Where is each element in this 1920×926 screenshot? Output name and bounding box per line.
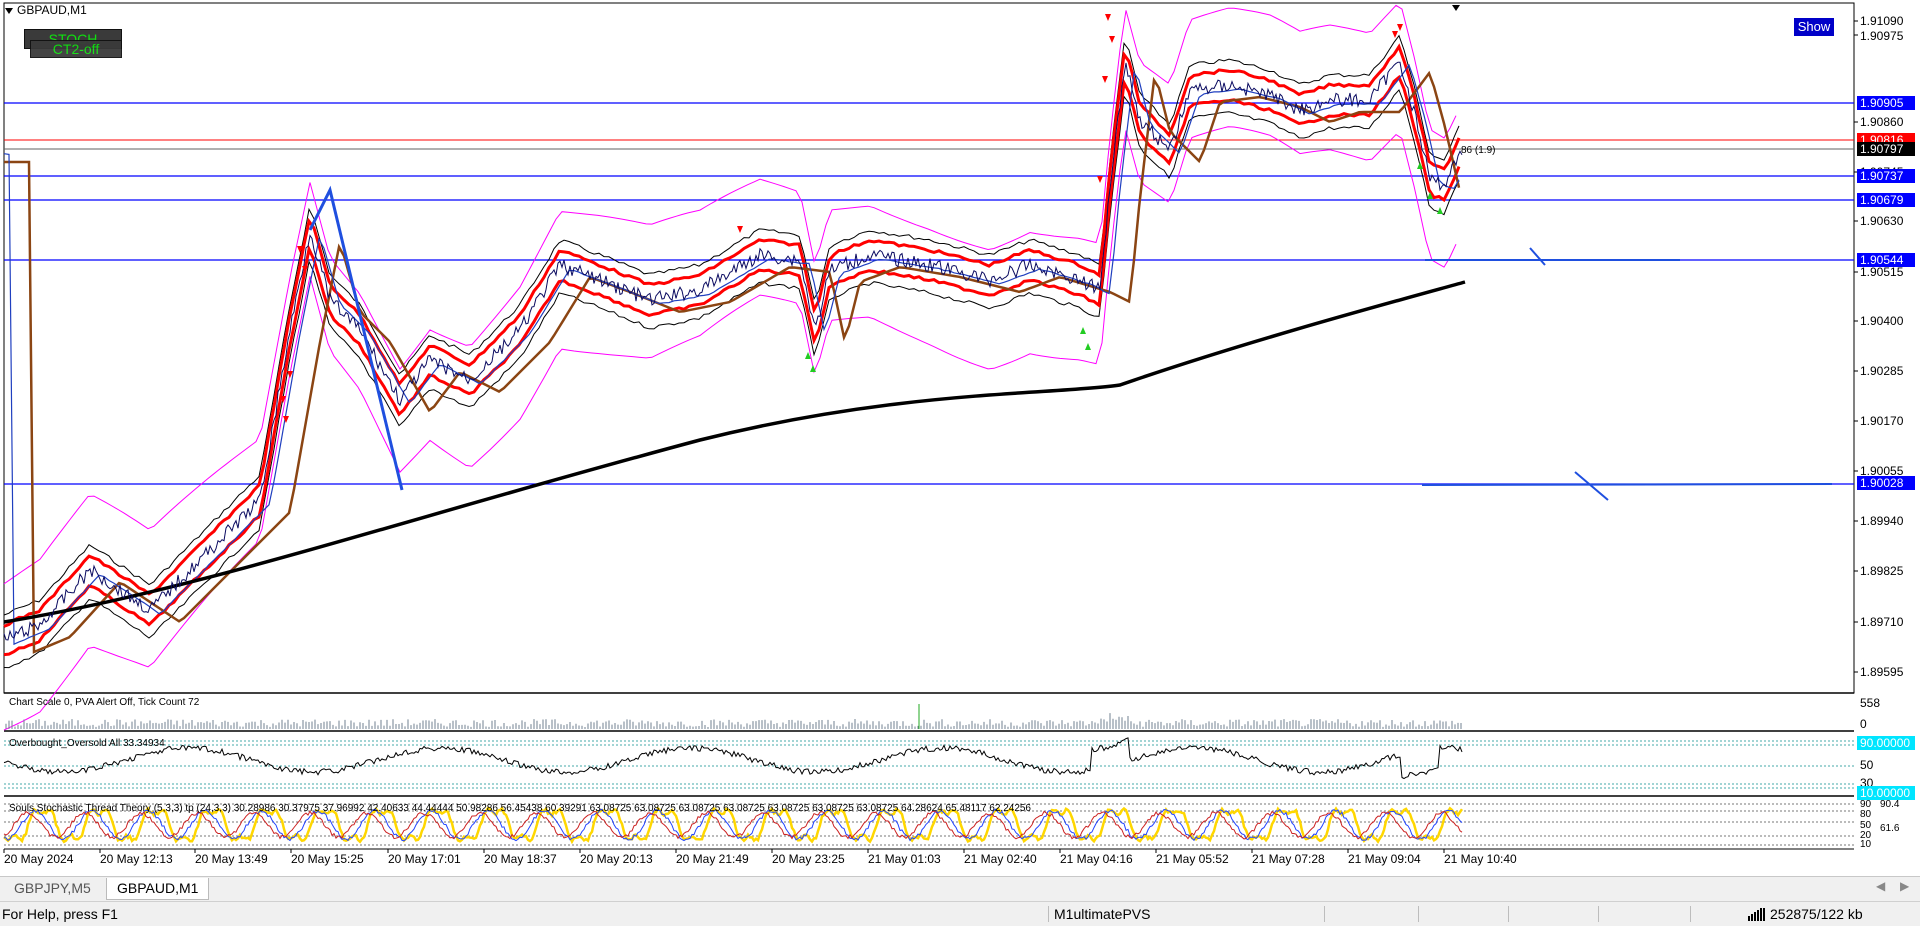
time-axis-label: 21 May 10:40 [1444, 852, 1517, 866]
oscillator-tag-oversold: 10.00000 [1857, 786, 1915, 800]
oscillator-panel [3, 737, 1854, 789]
sell-arrow-icon [1392, 31, 1398, 38]
volume-scale-bottom: 0 [1860, 717, 1867, 731]
oscillator-tag-overbought: 90.00000 [1857, 736, 1915, 750]
price-axis-label: 1.90630 [1860, 214, 1904, 228]
time-axis-label: 21 May 07:28 [1252, 852, 1325, 866]
price-axis-label: 1.91090 [1860, 14, 1904, 28]
price-axis-label: 1.90170 [1860, 414, 1904, 428]
time-axis-label: 21 May 01:03 [868, 852, 941, 866]
price-tag-level[interactable]: 1.90679 [1857, 193, 1915, 207]
connection-bars-icon [1748, 908, 1765, 921]
long-moving-average [3, 280, 1466, 624]
price-axis-label: 1.90285 [1860, 364, 1904, 378]
magenta-upper-band [3, 4, 1457, 585]
stoch-level-label: 80 [1860, 809, 1872, 820]
tab-gbpjpy-m5[interactable]: GBPJPY,M5 [4, 878, 101, 899]
status-connection: 252875/122 kb [1770, 906, 1863, 922]
price-tag-current: 1.90797 [1857, 142, 1915, 156]
target-line-lower [1421, 483, 1833, 486]
status-divider [1690, 906, 1691, 922]
chart-menu-triangle-icon[interactable] [5, 7, 13, 14]
time-axis-label: 21 May 02:40 [964, 852, 1037, 866]
signal-arrows [280, 14, 1443, 423]
status-profile-name[interactable]: M1ultimatePVS [1054, 906, 1150, 922]
red-lower-band [3, 74, 1461, 657]
time-axis-label: 20 May 23:25 [772, 852, 845, 866]
price-tag-level[interactable]: 1.90544 [1857, 253, 1915, 267]
price-axis-label: 1.90860 [1860, 115, 1904, 129]
buy-arrow-icon [1437, 207, 1443, 214]
price-axis-label: 1.89595 [1860, 665, 1904, 679]
oscillator-line [3, 737, 1463, 780]
time-axis-label: 20 May 18:37 [484, 852, 557, 866]
stoch-level-label-extra: 61.6 [1880, 823, 1900, 834]
sell-arrow-icon [737, 226, 743, 233]
price-axis-label: 1.90400 [1860, 314, 1904, 328]
status-bar: For Help, press F1 M1ultimatePVS 252875/… [0, 901, 1920, 926]
status-divider [1598, 906, 1599, 922]
time-axis-label: 20 May 13:49 [195, 852, 268, 866]
status-divider [1418, 906, 1419, 922]
chart-tab-bar: GBPJPY,M5 GBPAUD,M1 ◀ ▶ [0, 876, 1920, 901]
trade-annotation: 86 (1.9) [1461, 145, 1496, 156]
price-tag-level[interactable]: 1.90905 [1857, 96, 1915, 110]
volume-scale-top: 558 [1860, 696, 1881, 710]
oscillator-panel-label: Overbought_Oversold All 33.34934 [9, 738, 165, 749]
time-axis-label: 20 May 15:25 [291, 852, 364, 866]
price-axis-label: 1.89825 [1860, 564, 1904, 578]
tab-gbpaud-m1[interactable]: GBPAUD,M1 [106, 878, 210, 900]
chart-symbol-title[interactable]: GBPAUD,M1 [5, 3, 87, 17]
show-button[interactable]: Show [1793, 17, 1835, 37]
blue-moving-average [3, 63, 1460, 646]
symbol-title-text: GBPAUD,M1 [17, 3, 87, 17]
buy-arrow-icon [1080, 327, 1086, 334]
sell-arrow-icon [1102, 76, 1108, 83]
target-line-lower-tick [1574, 471, 1609, 501]
tab-scroll-left-icon[interactable]: ◀ [1876, 879, 1885, 893]
volume-bars [5, 704, 1462, 729]
time-axis-label: 21 May 09:04 [1348, 852, 1421, 866]
chart-end-marker-icon [1452, 5, 1460, 11]
sell-arrow-icon [1097, 176, 1103, 183]
indicator-bands [3, 4, 1461, 731]
sell-arrow-icon [1109, 36, 1115, 43]
stoch-panel-label: Souls Stochastic Thread Theory (5,3,3) t… [9, 803, 1031, 814]
chart-canvas[interactable] [0, 0, 1920, 876]
oscillator-level-label: 50 [1860, 758, 1874, 772]
time-axis-label: 20 May 20:13 [580, 852, 653, 866]
time-axis-label: 20 May 21:49 [676, 852, 749, 866]
stoch-level-label: 10 [1860, 839, 1872, 850]
price-tag-level[interactable]: 1.90737 [1857, 169, 1915, 183]
buy-arrow-icon [1085, 343, 1091, 350]
status-divider [1508, 906, 1509, 922]
sell-arrow-icon [1397, 24, 1403, 31]
tab-scroll-right-icon[interactable]: ▶ [1900, 879, 1909, 893]
magenta-lower-band [3, 126, 1457, 731]
price-axis-label: 1.89710 [1860, 615, 1904, 629]
sell-arrow-icon [1105, 14, 1111, 21]
time-axis-label: 21 May 05:52 [1156, 852, 1229, 866]
ct2-button[interactable]: CT2-off [30, 40, 122, 58]
volume-panel-label: Chart Scale 0, PVA Alert Off, Tick Count… [9, 697, 200, 708]
price-axis-label: 1.89940 [1860, 514, 1904, 528]
status-divider [1324, 906, 1325, 922]
stoch-level-label-extra: 90.4 [1880, 799, 1900, 810]
time-axis-label: 21 May 04:16 [1060, 852, 1133, 866]
price-tag-level[interactable]: 1.90028 [1857, 476, 1915, 490]
price-axis-label: 1.90515 [1860, 265, 1904, 279]
target-line-upper-tick [1529, 247, 1546, 266]
time-axis-label: 20 May 2024 [4, 852, 74, 866]
price-axis-label: 1.90975 [1860, 29, 1904, 43]
black-upper-band [3, 34, 1460, 616]
main-chart-frame [3, 2, 1855, 694]
time-axis-label: 20 May 17:01 [388, 852, 461, 866]
status-divider [1048, 906, 1049, 922]
status-help-text: For Help, press F1 [2, 906, 118, 922]
time-axis-label: 20 May 12:13 [100, 852, 173, 866]
